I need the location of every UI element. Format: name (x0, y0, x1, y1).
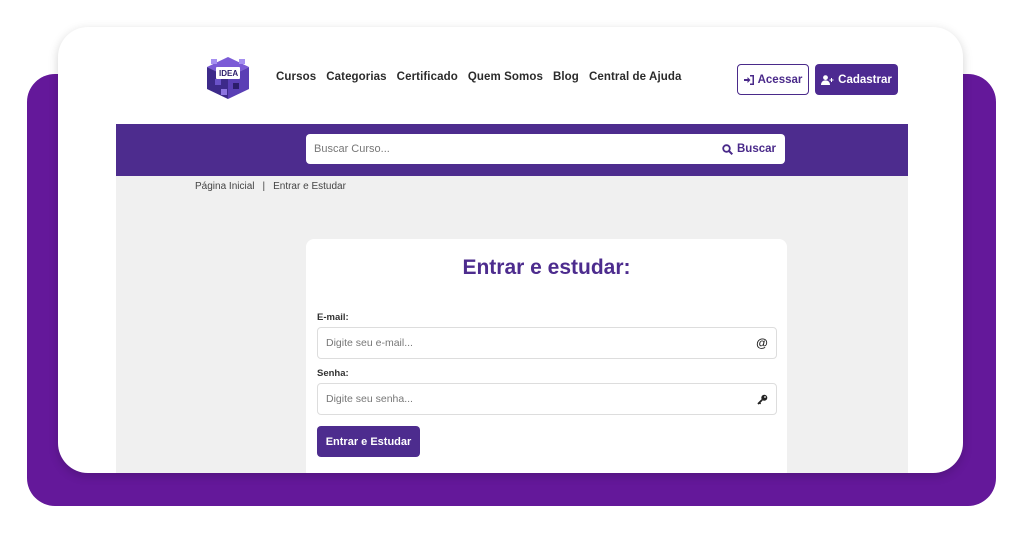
search-icon (722, 143, 733, 155)
password-field-wrapper (317, 383, 777, 415)
breadcrumb-current: Entrar e Estudar (273, 181, 346, 192)
email-field-wrapper: @ (317, 327, 777, 359)
cube-logo-icon (207, 57, 249, 99)
search-input[interactable] (306, 134, 722, 164)
browser-card: IDEA Cursos Categorias Certificado Quem … (58, 27, 963, 473)
nav-quem-somos[interactable]: Quem Somos (468, 71, 543, 83)
main-content: Página Inicial | Entrar e Estudar Entrar… (116, 176, 908, 473)
login-form-title: Entrar e estudar: (462, 256, 631, 279)
register-button[interactable]: Cadastrar (815, 64, 898, 95)
login-form-card: Entrar e estudar: E-mail: @ Senha: (306, 239, 787, 473)
nav-cursos[interactable]: Cursos (276, 71, 316, 83)
login-button[interactable]: Acessar (737, 64, 809, 95)
register-button-label: Cadastrar (838, 73, 892, 86)
user-plus-icon (821, 74, 834, 85)
login-button-label: Acessar (757, 73, 803, 86)
nav-central-de-ajuda[interactable]: Central de Ajuda (589, 71, 682, 83)
nav-certificado[interactable]: Certificado (397, 71, 458, 83)
nav-blog[interactable]: Blog (553, 71, 579, 83)
main-nav: Cursos Categorias Certificado Quem Somos… (276, 71, 682, 83)
breadcrumb-separator: | (262, 181, 266, 192)
search-button[interactable]: Buscar (722, 143, 776, 155)
search-button-label: Buscar (737, 143, 776, 155)
screenshot-frame: IDEA Cursos Categorias Certificado Quem … (0, 0, 1024, 536)
search-band: Buscar (116, 124, 908, 176)
search-box: Buscar (306, 134, 785, 164)
password-label: Senha: (317, 368, 349, 379)
site-logo[interactable]: IDEA (203, 53, 253, 103)
sign-in-icon (743, 74, 754, 85)
password-field[interactable] (318, 384, 756, 414)
key-icon (756, 393, 768, 405)
nav-categorias[interactable]: Categorias (326, 71, 386, 83)
logo-text: IDEA (219, 69, 239, 78)
breadcrumb-home[interactable]: Página Inicial (195, 181, 254, 192)
submit-button[interactable]: Entrar e Estudar (317, 426, 420, 457)
at-sign-icon: @ (756, 336, 768, 350)
email-label: E-mail: (317, 312, 349, 323)
breadcrumb: Página Inicial | Entrar e Estudar (195, 181, 346, 192)
email-field[interactable] (318, 328, 756, 358)
